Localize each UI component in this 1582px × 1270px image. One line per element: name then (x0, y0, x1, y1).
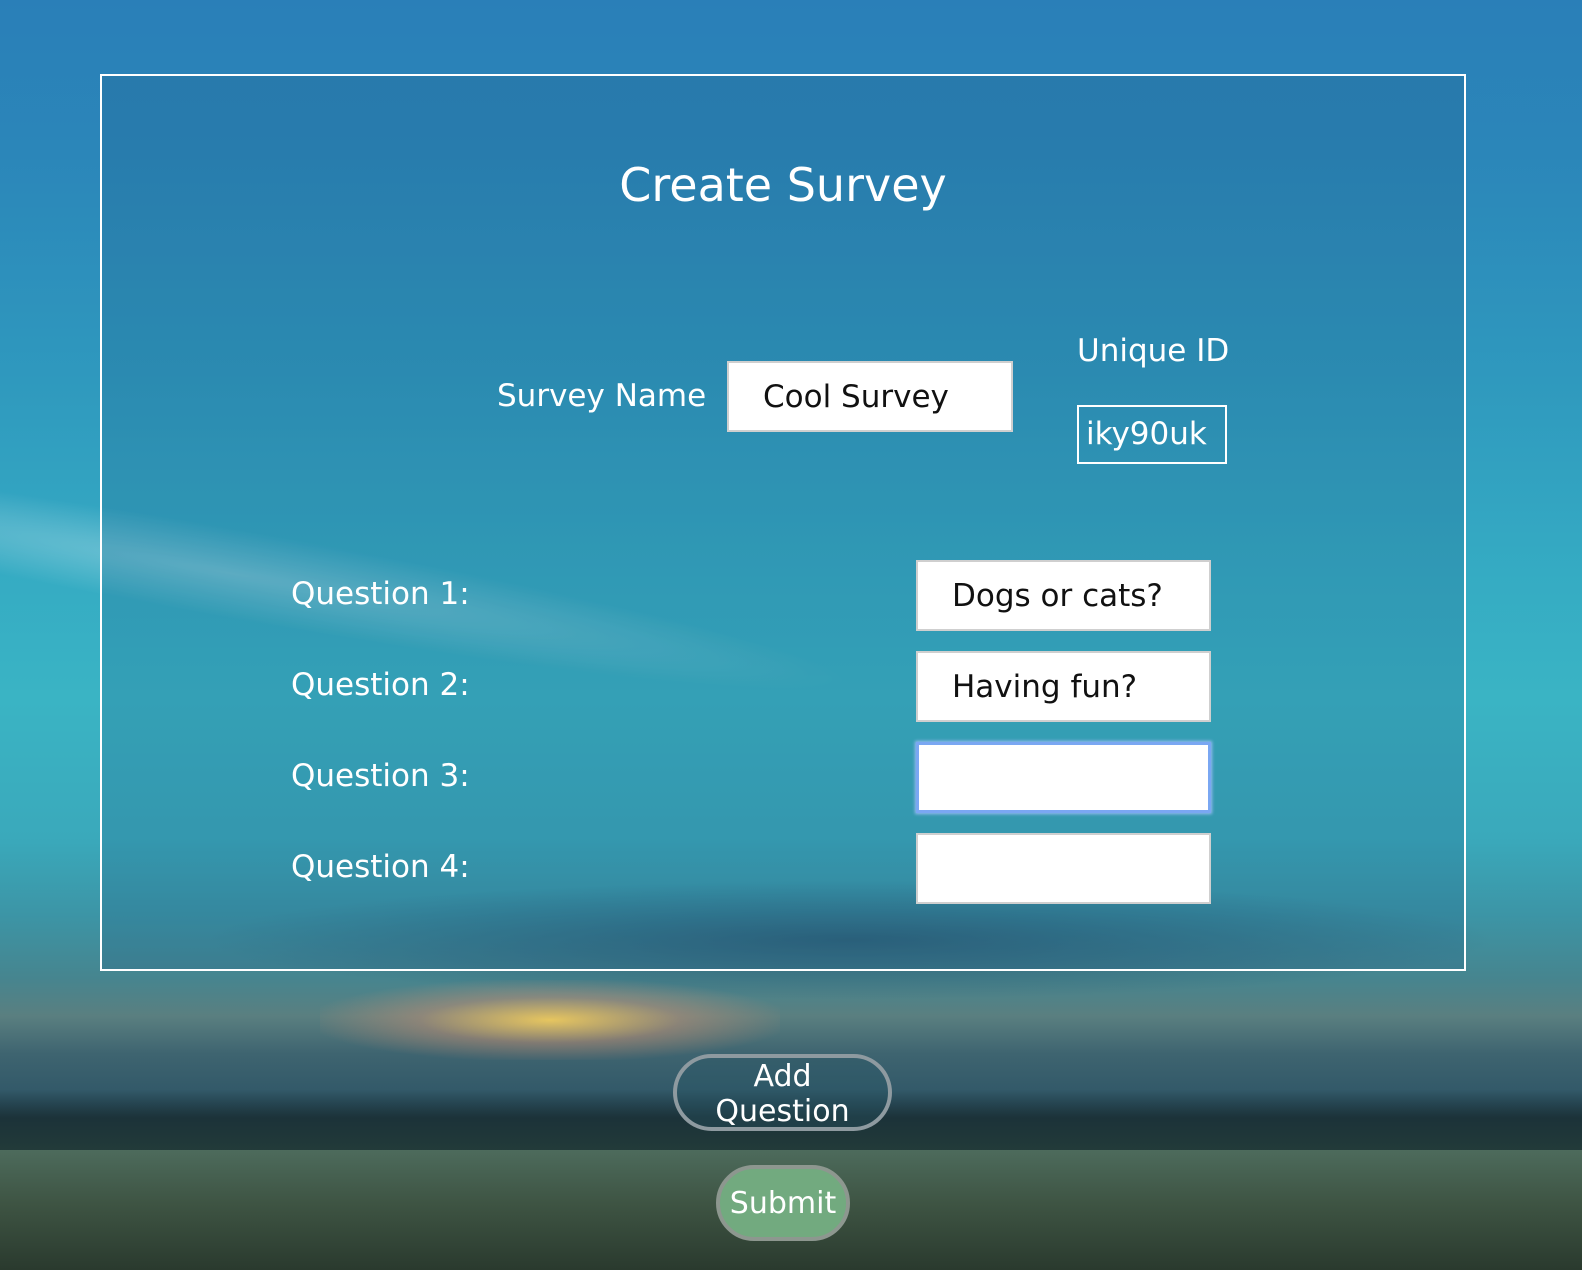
question-3-label: Question 3: (291, 758, 470, 794)
unique-id-value: iky90uk (1077, 405, 1227, 464)
survey-name-label: Survey Name (497, 378, 707, 414)
question-4-input[interactable] (916, 833, 1211, 904)
survey-name-input[interactable] (727, 361, 1013, 432)
sunset-glow (320, 980, 780, 1060)
question-3-input[interactable] (916, 742, 1211, 813)
question-1-input[interactable] (916, 560, 1211, 631)
question-2-input[interactable] (916, 651, 1211, 722)
question-1-label: Question 1: (291, 576, 470, 612)
unique-id-label: Unique ID (1077, 333, 1230, 369)
add-question-button[interactable]: Add Question (673, 1054, 892, 1131)
submit-button[interactable]: Submit (716, 1165, 850, 1241)
question-2-label: Question 2: (291, 667, 470, 703)
question-4-label: Question 4: (291, 849, 470, 885)
page-title: Create Survey (619, 158, 947, 212)
